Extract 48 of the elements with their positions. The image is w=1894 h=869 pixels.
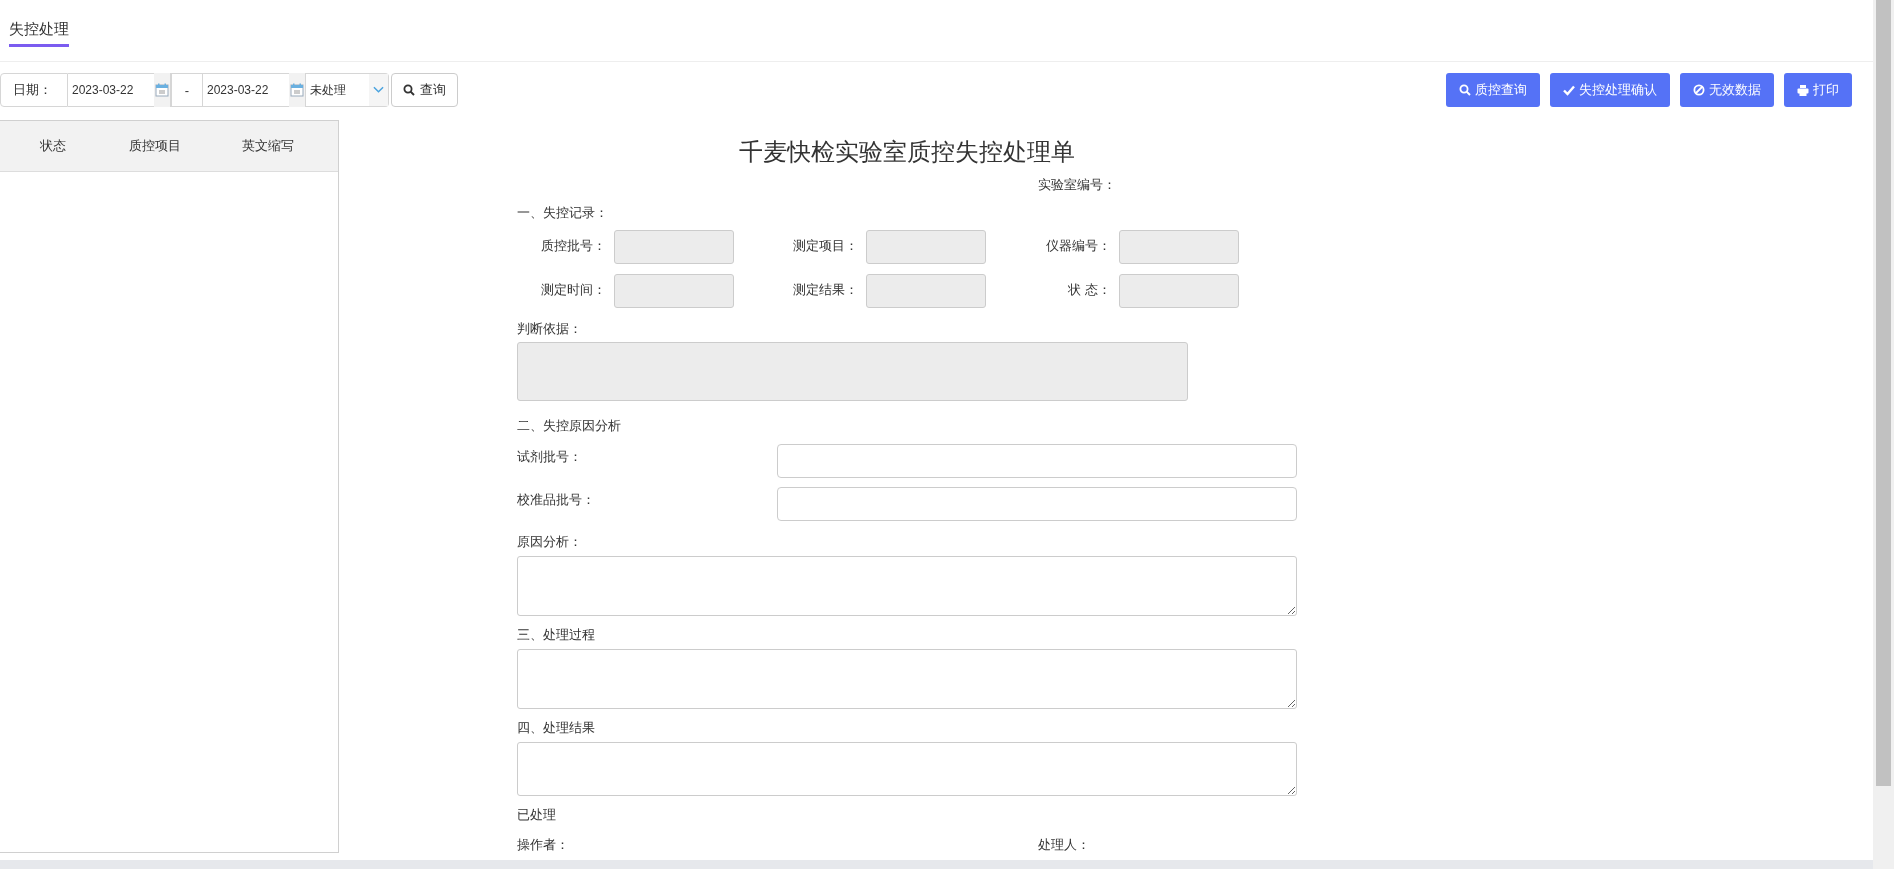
column-header: 质控项目 [128, 137, 182, 155]
print-icon [1797, 84, 1809, 96]
date-separator: - [171, 73, 203, 107]
action-button[interactable]: 质控查询 [1446, 73, 1540, 107]
check-icon [1563, 84, 1575, 96]
operator-label: 操作者： [517, 836, 570, 854]
input-field[interactable] [777, 444, 1297, 478]
query-button[interactable]: 查询 [391, 73, 458, 107]
status-text: 已处理 [517, 806, 557, 824]
column-header: 状态 [38, 137, 67, 155]
text-area[interactable] [517, 556, 1297, 616]
section-heading: 四、处理结果 [517, 719, 596, 737]
date-field[interactable]: 2023-03-22 [203, 73, 306, 107]
lab-number-label: 实验室编号： [1038, 177, 1116, 192]
chevron-down-icon [373, 86, 384, 94]
field-label: 原因分析： [517, 533, 583, 551]
field-label: 测定项目： [792, 237, 859, 255]
field-label: 测定结果： [792, 281, 859, 299]
input-field[interactable] [777, 487, 1297, 521]
calendar-icon[interactable] [154, 73, 170, 107]
action-button[interactable]: 无效数据 [1680, 73, 1774, 107]
field-label: 质控批号： [540, 237, 607, 255]
field-label: 状 态： [1067, 281, 1112, 299]
search-icon [403, 84, 415, 96]
vertical-scrollbar[interactable] [1873, 0, 1894, 869]
status-select[interactable]: 未处理 [306, 73, 389, 107]
action-button[interactable]: 失控处理确认 [1550, 73, 1670, 107]
field-label: 校准品批号： [517, 491, 595, 509]
field-label: 仪器编号： [1045, 237, 1112, 255]
tab[interactable]: 失控处理 [9, 20, 69, 47]
date-field[interactable]: 2023-03-22 [68, 73, 171, 107]
horizontal-scrollbar[interactable] [0, 860, 1873, 869]
date-label: 日期： [0, 73, 68, 107]
field-label: 判断依据： [517, 320, 583, 338]
search-icon [1459, 84, 1471, 96]
field-label: 试剂批号： [517, 448, 582, 466]
text-area[interactable] [517, 649, 1297, 709]
field-label: 测定时间： [540, 281, 607, 299]
calendar-icon[interactable] [289, 73, 305, 107]
section-heading: 二、失控原因分析 [517, 417, 622, 435]
form-title: 千麦快检实验室质控失控处理单 [738, 137, 1076, 167]
section-heading: 三、处理过程 [517, 626, 596, 644]
column-header: 英文缩写 [240, 137, 295, 155]
action-button[interactable]: 打印 [1784, 73, 1852, 107]
ban-icon [1693, 84, 1705, 96]
section-heading: 一、失控记录： [517, 204, 609, 222]
text-area[interactable] [517, 742, 1297, 796]
handler-label: 处理人： [1038, 836, 1090, 854]
